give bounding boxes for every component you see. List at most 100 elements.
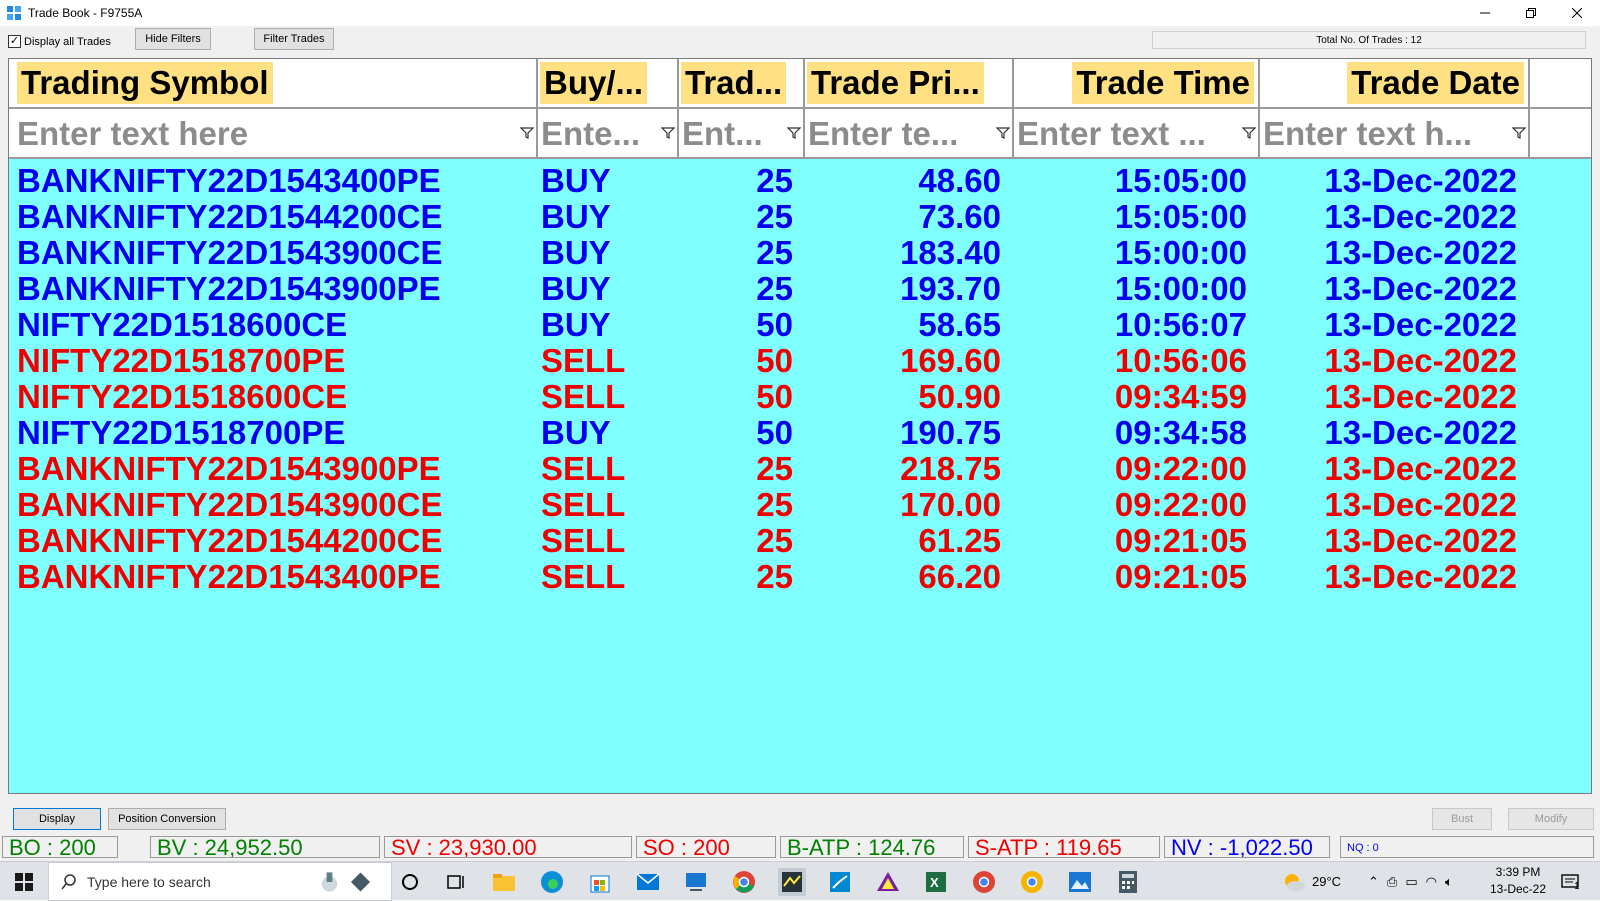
- filter-input-symbol[interactable]: Enter text here: [17, 113, 293, 155]
- column-header-qty[interactable]: Trad...: [679, 59, 805, 107]
- cell-qty: 25: [756, 558, 793, 595]
- status-nq: NQ : 0: [1340, 836, 1594, 858]
- status-batp: B-ATP : 124.76: [780, 836, 964, 858]
- cell-time: 10:56:07: [1114, 306, 1247, 343]
- store-icon[interactable]: [586, 868, 614, 896]
- status-nv: NV : -1,022.50: [1164, 836, 1330, 858]
- weather-widget[interactable]: 29°C: [1282, 862, 1341, 901]
- position-conversion-button[interactable]: Position Conversion: [108, 808, 226, 830]
- cell-side: BUY: [541, 198, 611, 235]
- filter-cell-qty: Ent...: [679, 109, 805, 157]
- battery-icon[interactable]: ▭: [1405, 874, 1417, 890]
- chrome-profile-icon[interactable]: [970, 868, 998, 896]
- table-row[interactable]: BANKNIFTY22D1543900CE SELL 25 170.00 09:22:0…: [9, 486, 1591, 523]
- restore-button[interactable]: [1508, 0, 1554, 26]
- volume-icon[interactable]: 🔈︎: [1445, 874, 1453, 890]
- chevron-up-icon[interactable]: ⌃: [1368, 874, 1379, 890]
- edge-icon[interactable]: [538, 868, 566, 896]
- modify-button[interactable]: Modify: [1508, 808, 1594, 830]
- cell-date: 13-Dec-2022: [1324, 486, 1517, 523]
- chrome-icon[interactable]: [730, 868, 758, 896]
- table-row[interactable]: BANKNIFTY22D1543400PE SELL 25 66.20 09:21:05…: [9, 558, 1591, 595]
- wifi-icon[interactable]: ◠: [1426, 874, 1437, 890]
- cell-time: 10:56:06: [1114, 342, 1247, 379]
- column-header-side[interactable]: Buy/...: [538, 59, 679, 107]
- calculator-icon[interactable]: [1114, 868, 1142, 896]
- filter-icon[interactable]: [661, 126, 675, 140]
- cell-price: 193.70: [900, 270, 1001, 307]
- filter-input-date[interactable]: Enter text h...: [1263, 113, 1507, 155]
- display-all-trades-checkbox[interactable]: ✓ Display all Trades: [8, 35, 111, 48]
- clock-time: 3:39 PM: [1495, 865, 1541, 879]
- cell-date: 13-Dec-2022: [1324, 198, 1517, 235]
- filter-input-price[interactable]: Enter te...: [808, 113, 990, 155]
- app-monitor-icon[interactable]: [682, 868, 710, 896]
- cell-price: 58.65: [918, 306, 1001, 343]
- table-row[interactable]: NIFTY22D1518700PE SELL 50 169.60 10:56:06 13-…: [9, 342, 1591, 379]
- cell-qty: 50: [756, 414, 793, 451]
- cell-side: SELL: [541, 342, 626, 379]
- table-row[interactable]: BANKNIFTY22D1543900PE SELL 25 218.75 09:22:0…: [9, 450, 1591, 487]
- photos-icon[interactable]: [1066, 868, 1094, 896]
- bust-button[interactable]: Bust: [1432, 808, 1492, 830]
- cell-symbol: NIFTY22D1518600CE: [17, 378, 348, 415]
- cell-symbol: BANKNIFTY22D1543400PE: [17, 162, 441, 199]
- table-row[interactable]: NIFTY22D1518700PE BUY 50 190.75 09:34:58 13-D…: [9, 414, 1591, 451]
- filter-trades-button[interactable]: Filter Trades: [254, 28, 334, 50]
- cell-symbol: NIFTY22D1518700PE: [17, 414, 346, 451]
- window-title: Trade Book - F9755A: [28, 6, 143, 20]
- meet-now-icon[interactable]: ⎙: [1387, 874, 1397, 890]
- taskbar-clock[interactable]: 3:39 PM 13-Dec-22: [1482, 864, 1554, 898]
- cell-qty: 25: [756, 162, 793, 199]
- close-button[interactable]: [1554, 0, 1600, 26]
- taskbar-search-box[interactable]: Type here to search: [48, 862, 392, 901]
- file-explorer-icon[interactable]: [490, 868, 518, 896]
- cell-price: 218.75: [900, 450, 1001, 487]
- chart-app-icon[interactable]: [826, 868, 854, 896]
- table-row[interactable]: BANKNIFTY22D1543900CE BUY 25 183.40 15:00:00…: [9, 234, 1591, 271]
- table-row[interactable]: BANKNIFTY22D1543900PE BUY 25 193.70 15:00:00…: [9, 270, 1591, 307]
- hide-filters-button[interactable]: Hide Filters: [135, 28, 211, 50]
- excel-icon[interactable]: X: [922, 868, 950, 896]
- notification-center-button[interactable]: 1: [1560, 862, 1580, 901]
- column-header-price-label: Trade Pri...: [807, 62, 984, 104]
- cell-side: BUY: [541, 270, 611, 307]
- status-sv: SV : 23,930.00: [384, 836, 632, 858]
- cortana-icon[interactable]: [396, 868, 424, 896]
- column-header-date[interactable]: Trade Date: [1260, 59, 1530, 107]
- filter-icon[interactable]: [787, 126, 801, 140]
- task-view-icon[interactable]: [442, 868, 470, 896]
- column-header-symbol[interactable]: Trading Symbol: [9, 59, 538, 107]
- table-row[interactable]: BANKNIFTY22D1543400PE BUY 25 48.60 15:05:00 1…: [9, 162, 1591, 199]
- minimize-button[interactable]: [1462, 0, 1508, 26]
- chrome-alt-icon[interactable]: [1018, 868, 1046, 896]
- table-row[interactable]: NIFTY22D1518600CE SELL 50 50.90 09:34:59 13-D…: [9, 378, 1591, 415]
- cell-qty: 50: [756, 306, 793, 343]
- cell-time: 15:00:00: [1114, 234, 1247, 271]
- triangle-app-icon[interactable]: [874, 868, 902, 896]
- column-header-price[interactable]: Trade Pri...: [805, 59, 1014, 107]
- start-button[interactable]: [0, 862, 48, 901]
- cell-date: 13-Dec-2022: [1324, 234, 1517, 271]
- mail-icon[interactable]: [634, 868, 662, 896]
- filter-input-qty[interactable]: Ent...: [682, 113, 782, 155]
- column-header-time[interactable]: Trade Time: [1014, 59, 1260, 107]
- cell-qty: 25: [756, 234, 793, 271]
- filter-icon[interactable]: [1512, 126, 1526, 140]
- filter-icon[interactable]: [996, 126, 1010, 140]
- display-button[interactable]: Display: [13, 808, 101, 830]
- table-row[interactable]: BANKNIFTY22D1544200CE SELL 25 61.25 09:21:05…: [9, 523, 1591, 559]
- filter-icon[interactable]: [520, 126, 534, 140]
- table-row[interactable]: NIFTY22D1518600CE BUY 50 58.65 10:56:07 13-De…: [9, 306, 1591, 343]
- cell-time: 15:05:00: [1114, 162, 1247, 199]
- status-bar: BO : 200 BV : 24,952.50 SV : 23,930.00 S…: [0, 836, 1600, 858]
- filter-input-time[interactable]: Enter text ...: [1017, 113, 1237, 155]
- filter-icon[interactable]: [1242, 126, 1256, 140]
- trading-app-icon[interactable]: [778, 868, 806, 896]
- taskbar-search-placeholder: Type here to search: [87, 873, 211, 890]
- trade-book-window: Trade Book - F9755A ✓ Display all Trades…: [0, 0, 1600, 861]
- column-header-date-label: Trade Date: [1347, 62, 1524, 104]
- filter-input-side[interactable]: Ente...: [541, 113, 655, 155]
- table-row[interactable]: BANKNIFTY22D1544200CE BUY 25 73.60 15:05:00 1…: [9, 198, 1591, 235]
- close-icon: [1572, 8, 1582, 18]
